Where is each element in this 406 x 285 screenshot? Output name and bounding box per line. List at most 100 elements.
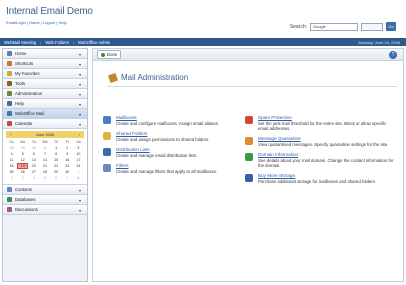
mailboxes-description: Create and configure mailboxes. Assign e… (116, 121, 219, 126)
prev-month-button[interactable]: ‹ (10, 132, 11, 137)
calendar-day[interactable]: 2 (6, 175, 17, 181)
sidebar-item-my-favorites[interactable]: My Favorites ▾ (3, 69, 87, 79)
distribution-lists-link[interactable]: Distribution Lists (116, 147, 243, 152)
admin-entry-buy-more-storage: Buy More Storage Purchase additional stor… (245, 173, 395, 184)
sidebar-item-help[interactable]: Help ▾ (3, 99, 87, 109)
calendar-day[interactable]: 6 (51, 175, 62, 181)
chevron-down-icon[interactable]: ▾ (79, 188, 81, 193)
page-title: Mail Administration (107, 72, 189, 83)
buy-more-storage-icon (245, 174, 253, 182)
next-month-button[interactable]: › (79, 132, 80, 137)
distribution-lists-icon (103, 148, 111, 156)
sidebar-item-weboffice-mail[interactable]: WebOffice Mail ▾ (3, 109, 87, 119)
toolbar: Done ? (93, 49, 403, 61)
shared-folders-icon (103, 132, 111, 140)
nav-item-weboffice-admin[interactable]: WebOffice Admin (78, 40, 110, 45)
page-title-text: Mail Administration (121, 73, 189, 82)
weboffice-mail-icon (7, 111, 12, 116)
sidebar-item-label: WebOffice Mail (15, 111, 44, 116)
nav-item-webmail-meeting[interactable]: WebMail Meeting (4, 40, 36, 45)
chevron-down-icon[interactable]: ▾ (79, 102, 81, 107)
tools-icon (7, 81, 12, 86)
sidebar-item-label: Help (15, 101, 24, 106)
calendar-grid: Su Mo Tu We Th Fr Sa 28 29 30 31 1 2 3 4 5 6 7 8 9 10 11 12 13 1… (6, 139, 84, 181)
help-icon[interactable]: ? (389, 51, 397, 59)
admin-entry-mailboxes: Mailboxes Create and configure mailboxes.… (103, 115, 243, 126)
my-favorites-icon (7, 71, 12, 76)
sidebar-item-calendar[interactable]: Calendar ▾ (3, 119, 87, 129)
chevron-down-icon[interactable]: ▾ (79, 198, 81, 203)
app-header: Internal Email Demo EmailLogin | Home | … (0, 0, 406, 38)
sidebar-item-shortcuts[interactable]: Shortcuts ▾ (3, 59, 87, 69)
sidebar-item-home[interactable]: Home ▾ (3, 49, 87, 59)
shared-folders-description: Create and assign permissions to shared … (116, 137, 210, 142)
chevron-down-icon[interactable]: ▾ (79, 52, 81, 57)
chevron-down-icon[interactable]: ▾ (79, 208, 81, 213)
calendar-day[interactable]: 5 (39, 175, 50, 181)
spam-protection-icon (245, 116, 253, 124)
mailboxes-link[interactable]: Mailboxes (116, 115, 243, 120)
header-links[interactable]: EmailLogin | Home | Logout | Help (6, 20, 67, 25)
calendar-day[interactable]: 7 (62, 175, 73, 181)
filters-description: Create and manage filters that apply to … (116, 169, 218, 174)
domain-information-link[interactable]: Domain Information (258, 152, 395, 157)
nav-bar: WebMail Meeting | Web Folders | WebOffic… (0, 38, 406, 46)
admin-entry-shared-folders: Shared Folders Create and assign permissi… (103, 131, 243, 142)
sidebar-item-databases[interactable]: Databases ▾ (3, 195, 87, 205)
chevron-down-icon[interactable]: ▾ (79, 72, 81, 77)
admin-entry-distribution-lists: Distribution Lists Create and manage emai… (103, 147, 243, 158)
title-divider (107, 86, 397, 87)
sidebar-item-label: Tools (15, 81, 26, 86)
nav-separator: | (73, 39, 75, 45)
databases-icon (7, 197, 12, 202)
message-quarantine-icon (245, 137, 253, 145)
sidebar-item-administration[interactable]: Administration ▾ (3, 89, 87, 99)
sidebar-item-label: Discussions (15, 207, 38, 212)
calendar-day[interactable]: 3 (17, 175, 28, 181)
admin-entry-spam-protection: Spam Protection Set the junk mail thresho… (245, 115, 395, 131)
contacts-icon (7, 187, 12, 192)
chevron-down-icon[interactable]: ▾ (79, 82, 81, 87)
sidebar-item-label: Calendar (15, 121, 33, 126)
distribution-lists-description: Create and manage email distribution lis… (116, 153, 198, 158)
chevron-down-icon[interactable]: ▾ (79, 92, 81, 97)
search-scope-select[interactable] (361, 22, 383, 31)
filters-icon (103, 164, 111, 172)
filters-link[interactable]: Filters (116, 163, 243, 168)
home-icon (7, 51, 12, 56)
done-label: Done (107, 52, 118, 57)
sidebar-item-contacts[interactable]: Contacts ▾ (3, 185, 87, 195)
sidebar: Home ▾ Shortcuts ▾ My Favorites ▾ Tools ▾ Admini… (2, 48, 88, 282)
admin-column-left: Mailboxes Create and configure mailboxes.… (103, 115, 243, 179)
shared-folders-link[interactable]: Shared Folders (116, 131, 243, 136)
search-input[interactable] (310, 22, 358, 31)
sidebar-item-label: Contacts (15, 187, 32, 192)
admin-entry-domain-information: Domain Information See details about your… (245, 152, 395, 168)
chevron-down-icon[interactable]: ▾ (79, 112, 81, 117)
sidebar-item-label: Shortcuts (15, 61, 34, 66)
mini-calendar: ‹ June 2006 › Su Mo Tu We Th Fr Sa 28 29 30 31 1 2 3 4… (3, 129, 87, 185)
domain-information-description: See details about your mail domain. Chan… (258, 158, 394, 168)
calendar-day[interactable]: 4 (28, 175, 39, 181)
done-button[interactable]: Done (97, 50, 122, 59)
sidebar-item-tools[interactable]: Tools ▾ (3, 79, 87, 89)
spam-protection-link[interactable]: Spam Protection (258, 115, 395, 120)
help-icon (7, 101, 12, 106)
chevron-down-icon[interactable]: ▾ (79, 62, 81, 67)
administration-icon (7, 91, 12, 96)
check-icon (101, 52, 105, 57)
admin-entry-filters: Filters Create and manage filters that ap… (103, 163, 243, 174)
chevron-down-icon[interactable]: ▾ (79, 122, 81, 127)
sidebar-item-label: My Favorites (15, 71, 40, 76)
sidebar-item-label: Home (15, 51, 27, 56)
calendar-header: ‹ June 2006 › (6, 131, 84, 138)
search-go-button[interactable]: Go (386, 22, 396, 31)
app-title: Internal Email Demo (6, 6, 93, 17)
sidebar-item-discussions[interactable]: Discussions ▾ (3, 205, 87, 215)
discussions-icon (7, 207, 12, 212)
admin-entry-message-quarantine: Message Quarantine View quarantined messa… (245, 136, 395, 147)
calendar-day[interactable]: 8 (73, 175, 84, 181)
buy-more-storage-link[interactable]: Buy More Storage (258, 173, 395, 178)
message-quarantine-link[interactable]: Message Quarantine (258, 136, 395, 141)
nav-item-web-folders[interactable]: Web Folders (45, 40, 69, 45)
